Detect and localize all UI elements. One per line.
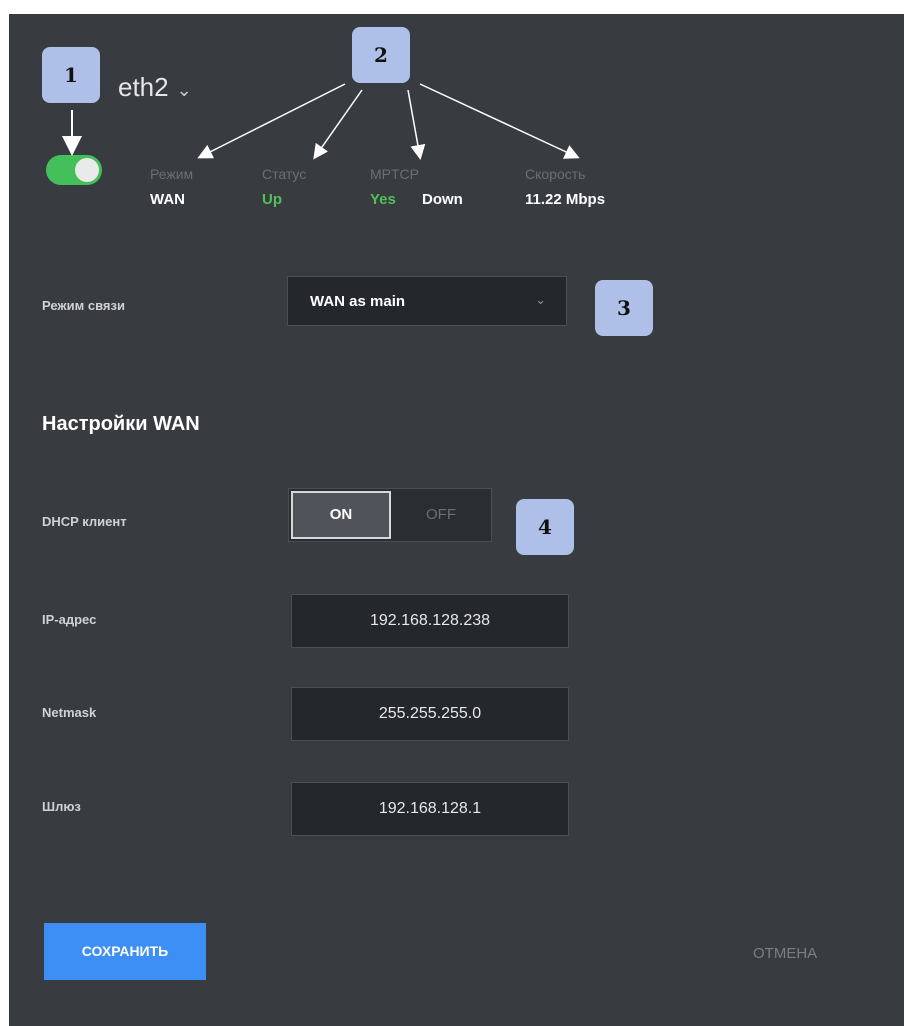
callout-badge-1: 1 bbox=[42, 47, 100, 103]
ip-label: IP-адрес bbox=[42, 612, 97, 627]
dhcp-on-button[interactable]: ON bbox=[291, 491, 391, 539]
mode-label: Режим bbox=[150, 166, 194, 182]
speed-value: 11.22 Mbps bbox=[525, 191, 606, 208]
mode-value: WAN bbox=[150, 191, 185, 208]
interface-name: eth2 bbox=[118, 72, 169, 102]
gateway-label: Шлюз bbox=[42, 799, 81, 814]
chevron-down-icon: ⌄ bbox=[535, 292, 546, 307]
interface-selector[interactable]: eth2 ⌄ bbox=[118, 72, 192, 103]
callout-badge-3: 3 bbox=[595, 280, 653, 336]
mptcp-yes-value: Yes bbox=[370, 191, 396, 208]
wan-settings-title: Настройки WAN bbox=[42, 413, 200, 435]
save-button[interactable]: СОХРАНИТЬ bbox=[44, 923, 206, 980]
mptcp-label: MPTCP bbox=[370, 166, 419, 182]
link-mode-label: Режим связи bbox=[42, 298, 125, 313]
cancel-button[interactable]: ОТМЕНА bbox=[753, 945, 817, 962]
callout-badge-2: 2 bbox=[352, 27, 410, 83]
dhcp-label: DHCP клиент bbox=[42, 514, 127, 529]
callout-badge-4: 4 bbox=[516, 499, 574, 555]
mptcp-down-value: Down bbox=[422, 191, 463, 208]
toggle-knob bbox=[75, 158, 99, 182]
status-value: Up bbox=[262, 191, 282, 208]
netmask-label: Netmask bbox=[42, 705, 97, 720]
status-label: Статус bbox=[262, 166, 307, 182]
link-mode-selected: WAN as main bbox=[310, 293, 406, 310]
dhcp-toggle: ON OFF bbox=[288, 488, 492, 542]
gateway-field[interactable]: 192.168.128.1 bbox=[291, 782, 569, 836]
netmask-field[interactable]: 255.255.255.0 bbox=[291, 687, 569, 741]
ip-address-field[interactable]: 192.168.128.238 bbox=[291, 594, 569, 648]
link-mode-select[interactable]: WAN as main ⌄ bbox=[287, 276, 567, 326]
chevron-down-icon: ⌄ bbox=[176, 80, 192, 100]
speed-label: Скорость bbox=[525, 166, 586, 182]
interface-enable-toggle[interactable] bbox=[46, 155, 102, 185]
dhcp-off-button[interactable]: OFF bbox=[393, 491, 489, 539]
